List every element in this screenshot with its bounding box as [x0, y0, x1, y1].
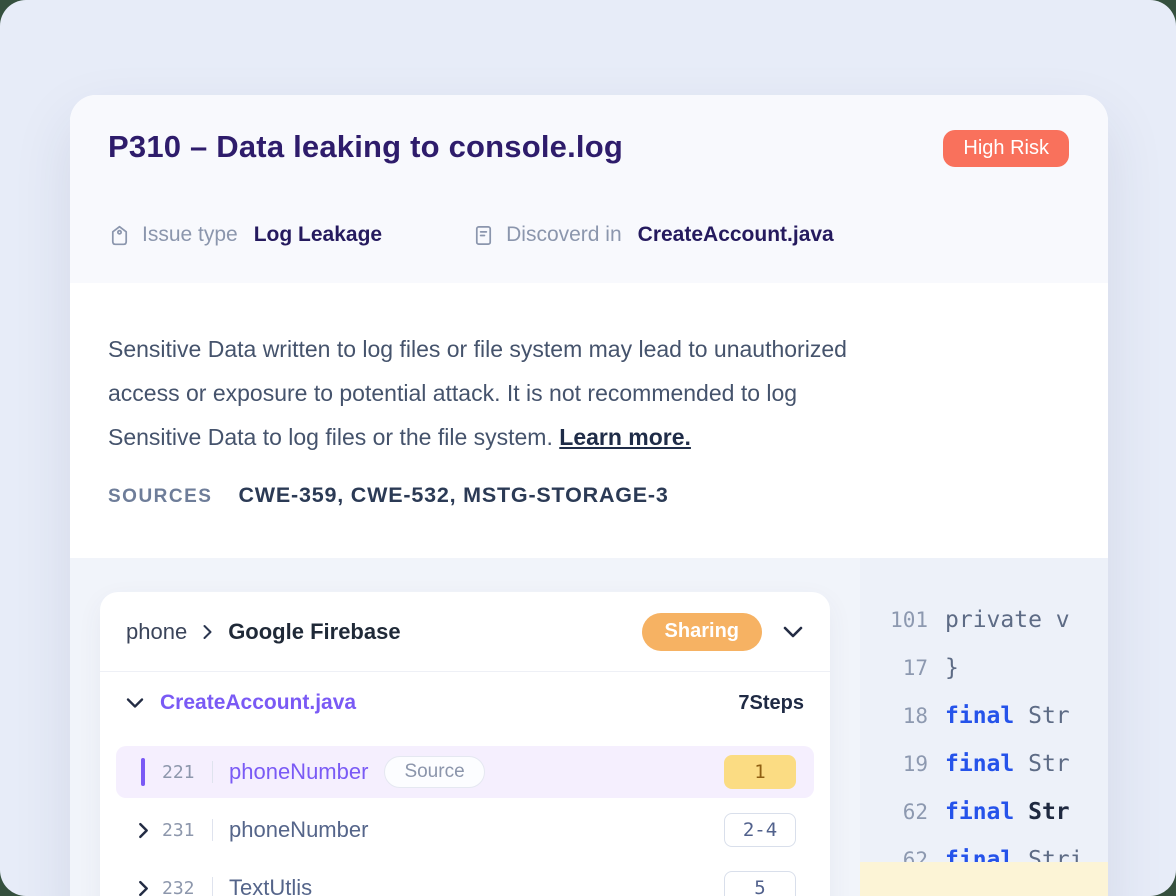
steps-list: 221 phoneNumber Source 1 [100, 734, 830, 896]
flow-source: phone [126, 619, 187, 645]
chevron-down-icon[interactable] [782, 625, 804, 639]
code-line: final Stri [884, 888, 1108, 896]
issue-meta-row: Issue type Log Leakage Discoverd in Crea… [108, 223, 834, 247]
accent-bar [141, 758, 145, 786]
page-title: P310 – Data leaking to console.log [108, 129, 1070, 165]
code-line: 18final Str [884, 692, 1108, 740]
divider [212, 877, 213, 896]
issue-type-label: Issue type [142, 223, 238, 247]
chevron-right-icon[interactable] [124, 822, 162, 839]
step-row[interactable]: 231 phoneNumber 2-4 [116, 804, 814, 856]
flow-header: phone Google Firebase Sharing [100, 592, 830, 672]
description-section: Sensitive Data written to log files or f… [70, 283, 1108, 558]
code-line: 62final Str [884, 788, 1108, 836]
step-name[interactable]: TextUtlis [229, 875, 312, 896]
step-row-active[interactable]: 221 phoneNumber Source 1 [116, 746, 814, 798]
sharing-badge: Sharing [642, 613, 762, 651]
chevron-right-icon[interactable] [124, 880, 162, 896]
document-icon [472, 224, 506, 247]
sources-value: CWE-359, CWE-532, MSTG-STORAGE-3 [238, 483, 668, 508]
divider [212, 819, 213, 841]
app-background: P310 – Data leaking to console.log High … [0, 0, 1176, 896]
issue-header: P310 – Data leaking to console.log High … [70, 95, 1108, 283]
steps-count: 7Steps [738, 692, 804, 715]
file-name[interactable]: CreateAccount.java [160, 691, 356, 715]
chevron-down-icon[interactable] [126, 697, 144, 709]
issue-type-value: Log Leakage [254, 223, 382, 247]
highlighted-code-row: final Stri [860, 862, 1108, 896]
code-line: 19final Str [884, 740, 1108, 788]
code-line: 101private v [884, 596, 1108, 644]
description-text: Sensitive Data to log files or the file … [108, 424, 553, 450]
description-line: access or exposure to potential attack. … [108, 371, 1070, 415]
risk-badge: High Risk [943, 130, 1069, 167]
step-badge: 5 [724, 871, 796, 896]
sources-row: SOURCES CWE-359, CWE-532, MSTG-STORAGE-3 [108, 483, 1070, 508]
step-line-number: 232 [162, 878, 204, 896]
code-line-number: 19 [884, 752, 928, 776]
page-background: P310 – Data leaking to console.log High … [0, 0, 1176, 896]
description-line: Sensitive Data written to log files or f… [108, 327, 1070, 371]
discovered-in-label: Discoverd in [506, 223, 622, 247]
learn-more-link[interactable]: Learn more. [559, 424, 691, 450]
divider [212, 761, 213, 783]
code-line-number: 18 [884, 704, 928, 728]
step-line-number: 221 [162, 762, 204, 783]
step-name[interactable]: phoneNumber [229, 759, 368, 785]
sources-label: SOURCES [108, 486, 212, 508]
step-badge: 1 [724, 755, 796, 789]
discovered-in-value: CreateAccount.java [638, 223, 834, 247]
data-flow-panel: phone Google Firebase Sharing [100, 592, 830, 896]
flow-destination: Google Firebase [228, 619, 400, 645]
code-line: 17} [884, 644, 1108, 692]
description-line: Sensitive Data to log files or the file … [108, 415, 1070, 459]
code-panel: 101private v 17} 18final Str 19final Str… [860, 558, 1108, 896]
step-row[interactable]: 232 TextUtlis 5 [116, 862, 814, 896]
step-name[interactable]: phoneNumber [229, 817, 368, 843]
step-line-number: 231 [162, 820, 204, 841]
code-line-number: 101 [884, 608, 928, 632]
source-tag: Source [384, 756, 484, 788]
bottom-section: phone Google Firebase Sharing [70, 558, 1108, 896]
file-group-row[interactable]: CreateAccount.java 7Steps [100, 672, 830, 734]
discovered-in-meta: Discoverd in CreateAccount.java [472, 223, 834, 247]
chevron-right-icon [201, 622, 214, 642]
code-line-number: 17 [884, 656, 928, 680]
issue-card: P310 – Data leaking to console.log High … [70, 95, 1108, 896]
flow-section: phone Google Firebase Sharing [70, 558, 860, 896]
step-badge: 2-4 [724, 813, 796, 847]
tag-icon [108, 224, 142, 247]
code-line-number: 62 [884, 800, 928, 824]
issue-type-meta: Issue type Log Leakage [108, 223, 382, 247]
active-step-indicator [124, 758, 162, 786]
